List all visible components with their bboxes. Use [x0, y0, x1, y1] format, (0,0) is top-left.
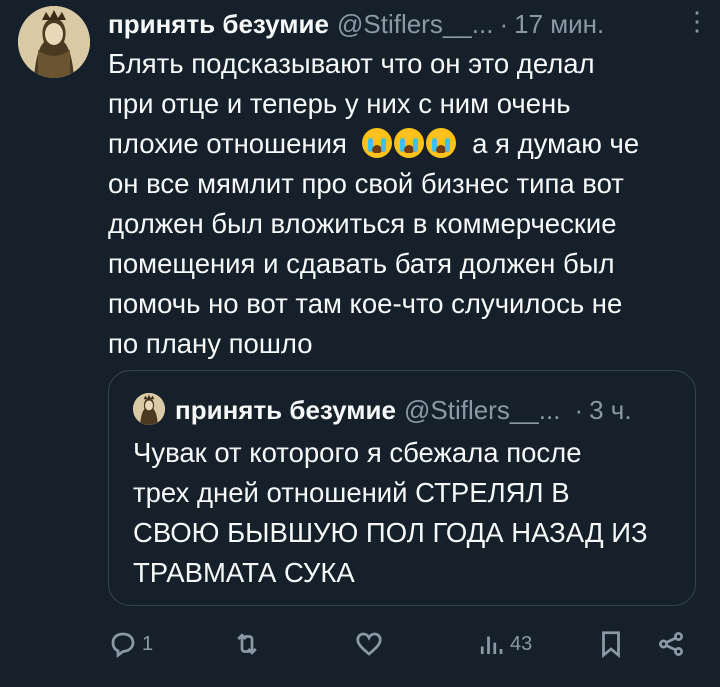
- tweet-time[interactable]: 17 мин.: [514, 9, 604, 40]
- like-button[interactable]: [354, 624, 388, 664]
- reply-icon: [111, 632, 135, 658]
- heart-icon: [356, 632, 382, 656]
- tweet-line-text: плохие отношения: [108, 128, 347, 159]
- quoted-tweet[interactable]: принять безумие @Stiflers__... · 3 ч. Чу…: [108, 370, 696, 606]
- avatar-image: [133, 393, 165, 425]
- loudly-crying-face-icon: [394, 128, 425, 158]
- quote-line: ТРАВМАТА СУКА: [133, 557, 355, 588]
- tweet-header: принять безумие @Stiflers__... · 17 мин.: [108, 4, 710, 44]
- tweet-line: должен был вложиться в коммерческие: [108, 208, 617, 239]
- avatar-image: [18, 6, 90, 78]
- reply-count: 1: [142, 632, 154, 655]
- more-options-icon[interactable]: ⋮: [684, 8, 710, 34]
- quote-line: трех дней отношений СТРЕЛЯЛ В: [133, 477, 570, 508]
- quote-line: Чувак от которого я сбежала после: [133, 437, 582, 468]
- bookmark-button[interactable]: [596, 624, 626, 664]
- tweet-line-text: а я думаю че: [472, 128, 640, 159]
- quote-author-handle: @Stiflers__...: [403, 394, 561, 425]
- views-icon: [480, 636, 503, 654]
- loudly-crying-face-icon: [362, 128, 393, 158]
- action-bar: 1 43: [108, 624, 698, 664]
- separator-dot: ·: [574, 394, 584, 425]
- share-button[interactable]: [656, 624, 686, 664]
- retweet-button[interactable]: [232, 624, 266, 664]
- quote-author-avatar: [133, 393, 165, 425]
- tweet-line: Блять подсказывают что он это делал: [108, 48, 595, 79]
- tweet-line: помещения и сдавать батя должен был: [108, 248, 615, 279]
- author-avatar[interactable]: [18, 6, 90, 78]
- views-count: 43: [510, 632, 533, 655]
- loudly-crying-face-icon: [426, 128, 457, 158]
- bookmark-icon: [602, 631, 620, 659]
- separator-dot: ·: [499, 8, 509, 39]
- tweet-line: по плану пошло: [108, 328, 313, 359]
- share-icon: [659, 632, 683, 656]
- tweet-text: Блять подсказывают что он это делал при …: [108, 44, 688, 364]
- tweet-line: при отце и теперь у них с ним очень: [108, 88, 571, 119]
- quote-author-name: принять безумие: [175, 394, 396, 425]
- author-name[interactable]: принять безумие: [108, 9, 329, 40]
- quote-time: 3 ч.: [589, 394, 632, 425]
- quote-line: СВОЮ БЫВШУЮ ПОЛ ГОДА НАЗАД ИЗ: [133, 517, 648, 548]
- retweet-icon: [237, 633, 257, 655]
- quote-text: Чувак от которого я сбежала после трех д…: [133, 433, 683, 593]
- tweet-line: помочь но вот там кое-что случилось не: [108, 288, 623, 319]
- tweet-line: плохие отношения а я думаю че: [108, 124, 688, 164]
- quote-header: принять безумие @Stiflers__... · 3 ч.: [175, 393, 632, 427]
- tweet-line: он все мямлит про свой бизнес типа вот: [108, 168, 624, 199]
- author-handle[interactable]: @Stiflers__...: [337, 9, 493, 40]
- reply-button[interactable]: 1: [108, 624, 153, 664]
- views-button[interactable]: 43: [476, 624, 532, 664]
